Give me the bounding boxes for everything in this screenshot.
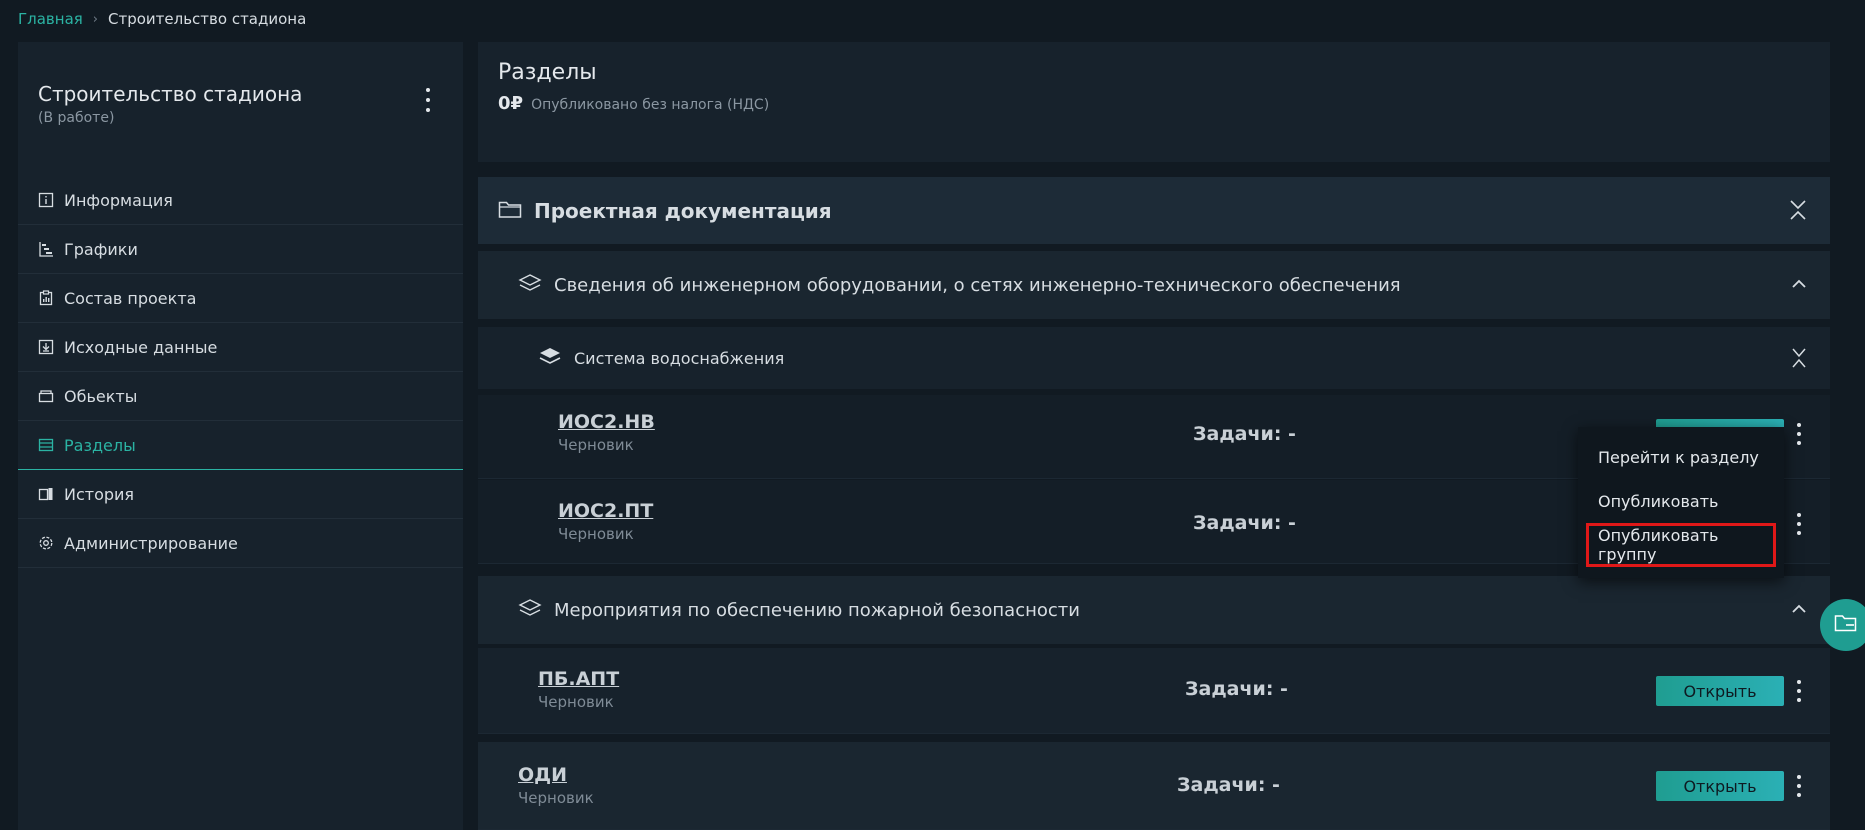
subgroup-title: Система водоснабжения — [574, 348, 785, 368]
section-status: Черновик — [518, 789, 594, 807]
menu-item-publish-group[interactable]: Опубликовать группу — [1586, 523, 1776, 567]
download-icon — [38, 339, 54, 355]
subgroup-row[interactable]: Система водоснабжения — [478, 327, 1830, 389]
section-code-link[interactable]: ПБ.АПТ — [538, 668, 619, 690]
section-code-link[interactable]: ИОС2.ПТ — [558, 500, 653, 522]
clipboard-icon — [38, 290, 54, 306]
section-row: ПБ.АПТ Черновик Задачи: - Открыть — [478, 648, 1830, 734]
section-tasks: Задачи: - — [1177, 774, 1280, 796]
sidebar-item-composition[interactable]: Состав проекта — [18, 274, 463, 323]
menu-item-go-to-section[interactable]: Перейти к разделу — [1578, 435, 1784, 479]
sidebar-item-label: История — [64, 484, 135, 504]
sidebar-item-info[interactable]: Информация — [18, 176, 463, 225]
sidebar-item-label: Графики — [64, 239, 138, 259]
page-title: Разделы — [498, 60, 597, 85]
collapse-subgroup-icon[interactable] — [1790, 347, 1808, 369]
collapse-all-icon[interactable] — [1788, 199, 1808, 221]
published-summary: 0₽ Опубликовано без налога (НДС) — [498, 93, 1810, 114]
menu-item-publish[interactable]: Опубликовать — [1578, 479, 1784, 523]
row-menu-button[interactable] — [1794, 513, 1804, 535]
row-menu-button[interactable] — [1794, 680, 1804, 702]
group-row[interactable]: Сведения об инженерном оборудовании, о с… — [478, 251, 1830, 319]
published-amount: 0₽ — [498, 93, 524, 114]
sidebar-item-label: Обьекты — [64, 386, 138, 406]
group-title: Мероприятия по обеспечению пожарной безо… — [554, 599, 1080, 621]
row-menu-button[interactable] — [1794, 423, 1804, 445]
layers-filled-icon — [538, 346, 562, 370]
project-title: Строительство стадиона — [38, 82, 303, 106]
history-icon — [38, 486, 54, 502]
sections-icon — [38, 437, 54, 453]
layers-icon — [518, 273, 542, 297]
sidebar: Строительство стадиона (В работе) Информ… — [18, 42, 463, 830]
section-tasks: Задачи: - — [1185, 678, 1288, 700]
project-status: (В работе) — [38, 110, 115, 126]
section-tasks: Задачи: - — [1193, 423, 1296, 445]
published-note: Опубликовано без налога (НДС) — [531, 97, 770, 113]
section-row: ОДИ Черновик Задачи: - Открыть — [478, 742, 1830, 830]
section-status: Черновик — [538, 693, 614, 711]
section-info: ИОС2.НВ Черновик — [558, 411, 655, 454]
sidebar-item-label: Разделы — [64, 435, 136, 455]
gantt-icon — [38, 241, 54, 257]
breadcrumb: Главная › Строительство стадиона — [18, 8, 306, 30]
section-status: Черновик — [558, 436, 634, 454]
sidebar-nav: Информация Графики Состав проекта Исходн… — [18, 176, 463, 568]
section-info: ОДИ Черновик — [518, 764, 594, 807]
folder-title: Проектная документация — [534, 198, 832, 223]
sidebar-item-source-data[interactable]: Исходные данные — [18, 323, 463, 372]
section-info: ИОС2.ПТ Черновик — [558, 500, 653, 543]
section-info: ПБ.АПТ Черновик — [538, 668, 619, 711]
folder-icon — [498, 199, 522, 223]
context-menu: Перейти к разделу Опубликовать Опубликов… — [1578, 427, 1784, 578]
open-button[interactable]: Открыть — [1656, 771, 1784, 801]
project-menu-button[interactable] — [423, 88, 433, 112]
sections-header: Разделы 0₽ Опубликовано без налога (НДС) — [478, 42, 1830, 162]
gear-icon — [38, 535, 54, 551]
group-title: Сведения об инженерном оборудовании, о с… — [554, 274, 1401, 296]
section-status: Черновик — [558, 525, 634, 543]
row-menu-button[interactable] — [1794, 775, 1804, 797]
layers-icon — [518, 598, 542, 622]
section-code-link[interactable]: ИОС2.НВ — [558, 411, 655, 433]
sidebar-item-history[interactable]: История — [18, 470, 463, 519]
sidebar-item-objects[interactable]: Обьекты — [18, 372, 463, 421]
folder-row[interactable]: Проектная документация — [478, 177, 1830, 244]
folder-minus-icon — [1834, 613, 1858, 637]
section-code-link[interactable]: ОДИ — [518, 764, 594, 786]
sidebar-item-admin[interactable]: Администрирование — [18, 519, 463, 568]
chevron-up-icon[interactable] — [1790, 602, 1808, 616]
breadcrumb-home-link[interactable]: Главная — [18, 10, 83, 28]
folder-action-button[interactable] — [1820, 599, 1865, 651]
info-icon — [38, 192, 54, 208]
breadcrumb-current: Строительство стадиона — [108, 10, 307, 28]
group-row[interactable]: Мероприятия по обеспечению пожарной безо… — [478, 576, 1830, 644]
sidebar-item-charts[interactable]: Графики — [18, 225, 463, 274]
project-header: Строительство стадиона (В работе) — [38, 82, 443, 126]
open-button[interactable]: Открыть — [1656, 676, 1784, 706]
sidebar-item-label: Состав проекта — [64, 288, 197, 308]
section-tasks: Задачи: - — [1193, 512, 1296, 534]
chevron-up-icon[interactable] — [1790, 277, 1808, 291]
breadcrumb-separator: › — [92, 11, 98, 27]
sidebar-item-sections[interactable]: Разделы — [18, 421, 463, 470]
box-icon — [38, 388, 54, 404]
sidebar-item-label: Исходные данные — [64, 337, 218, 357]
sidebar-item-label: Информация — [64, 190, 173, 210]
sidebar-item-label: Администрирование — [64, 533, 238, 553]
